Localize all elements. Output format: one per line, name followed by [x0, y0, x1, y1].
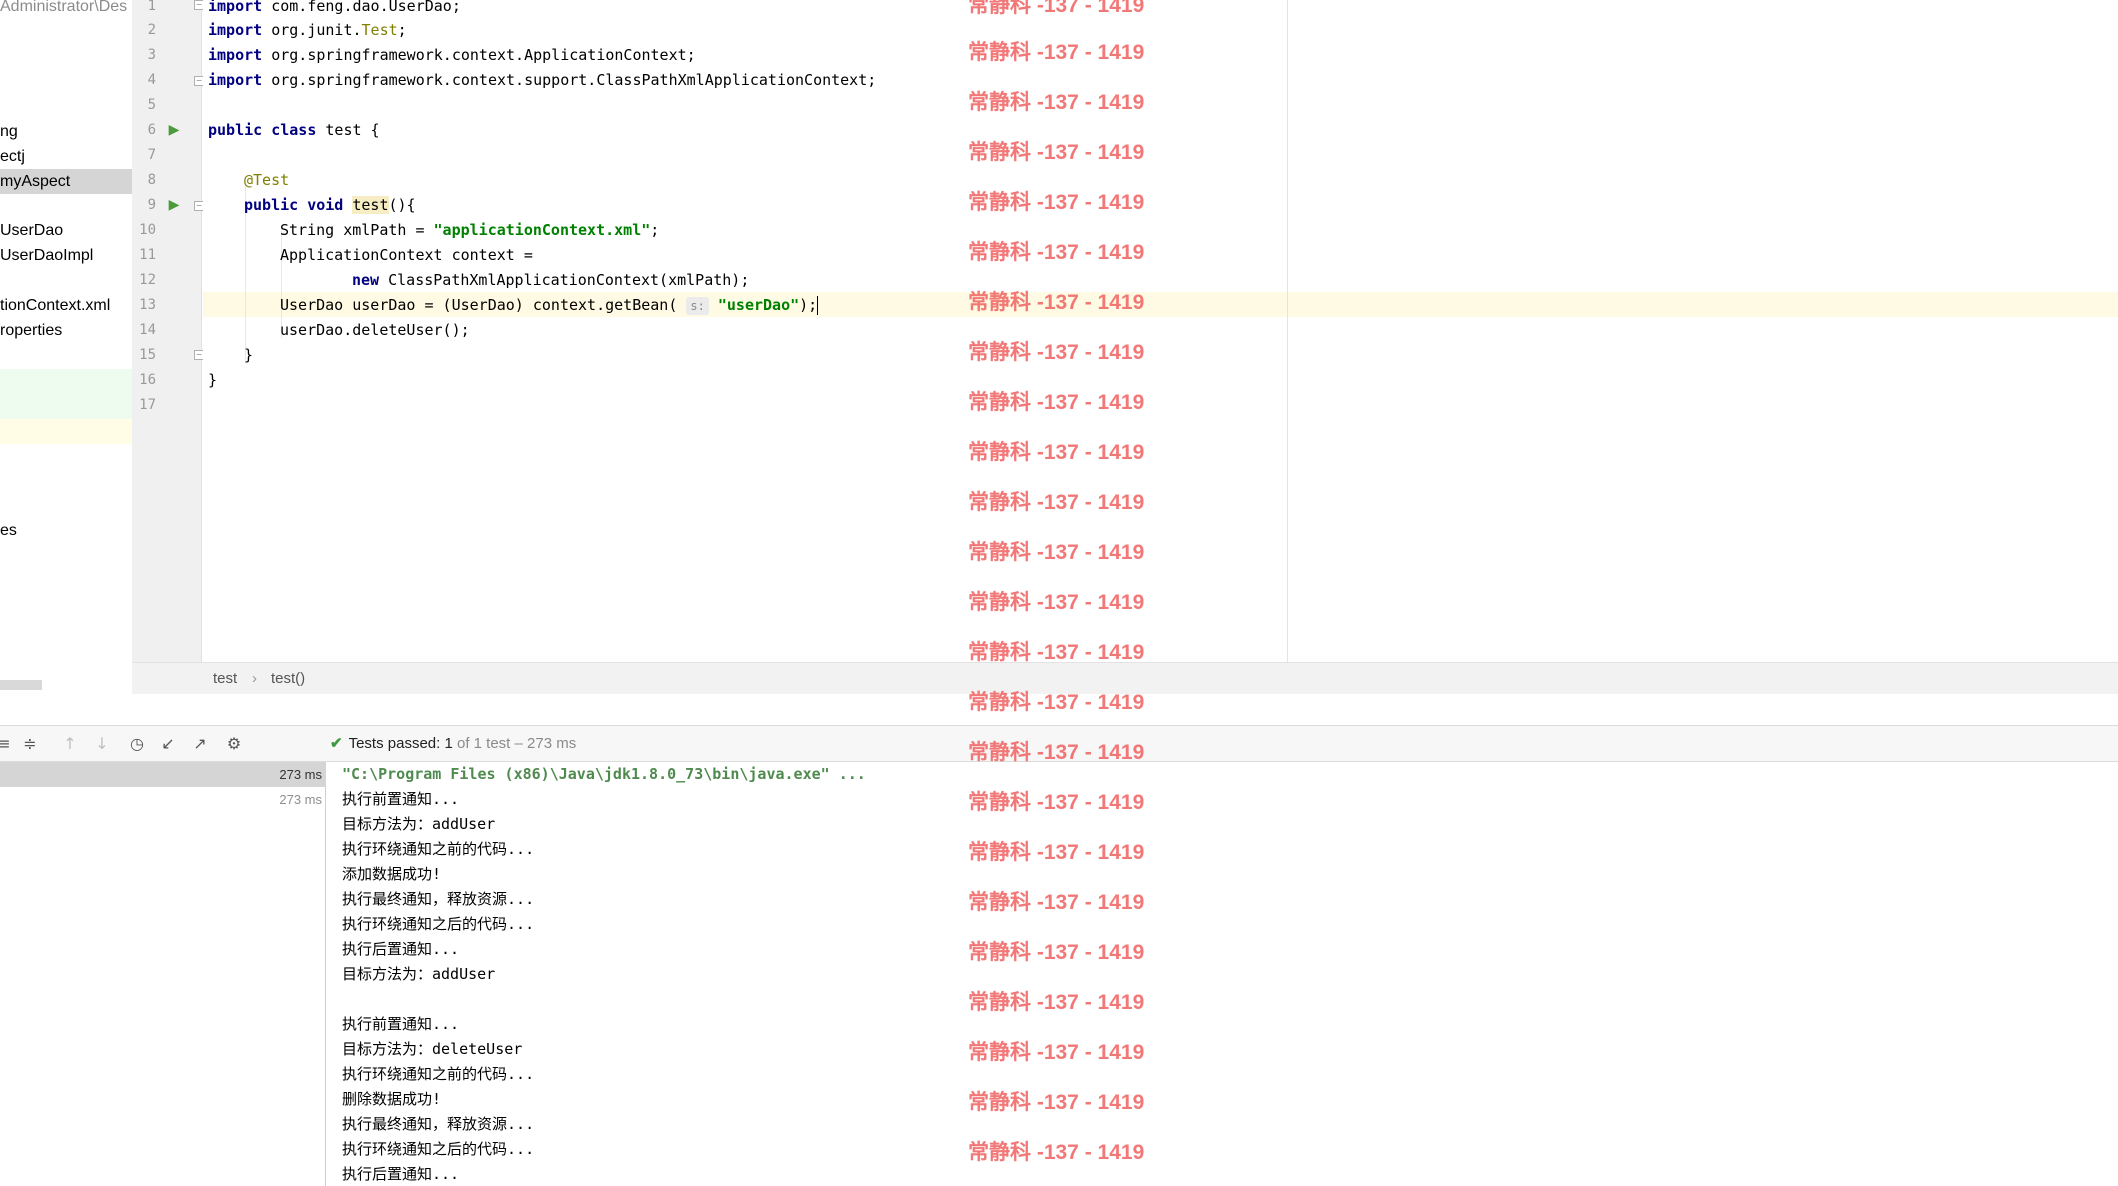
line-number: 2 — [147, 22, 156, 38]
next-test-icon[interactable]: ↓ — [92, 734, 112, 754]
tree-horizontal-scrollbar[interactable] — [0, 680, 42, 690]
test-row-method[interactable]: 273 ms — [0, 787, 326, 812]
run-toolbar: ≡ ≑ ↑ ↓ ◷ ↙ ↗ ⚙ ✔ Tests passed: 1 of 1 te… — [0, 726, 2118, 762]
run-test-icon[interactable]: ▶ — [166, 197, 182, 213]
breadcrumb-separator-icon: › — [252, 670, 257, 687]
tree-item-userdaoimpl[interactable]: UserDaoImpl — [0, 243, 132, 268]
breadcrumb-class[interactable]: test — [213, 663, 237, 695]
line-number: 5 — [147, 97, 156, 113]
code-line-3: import org.springframework.context.Appli… — [208, 46, 696, 64]
collapse-all-icon[interactable]: ≡ — [0, 734, 14, 754]
tree-item-application-context[interactable]: tionContext.xml — [0, 293, 132, 318]
line-number: 16 — [139, 372, 156, 388]
test-row-class[interactable]: 273 ms — [0, 762, 326, 787]
code-line-8: @Test — [244, 171, 290, 189]
tree-highlight — [0, 369, 132, 419]
check-icon: ✔ — [330, 735, 343, 752]
tree-item-libraries[interactable]: es — [0, 518, 132, 543]
code-line-10: String xmlPath = "applicationContext.xml… — [280, 221, 660, 239]
line-number: 4 — [147, 72, 156, 88]
console-line: 执行环绕通知之前的代码... — [342, 840, 535, 858]
console-line: 删除数据成功! — [342, 1090, 442, 1108]
tree-path-label: Administrator\Des — [0, 0, 128, 15]
tree-item-properties[interactable]: roperties — [0, 318, 132, 343]
line-number: 17 — [139, 397, 156, 413]
code-line-13: UserDao userDao = (UserDao) context.getB… — [280, 296, 819, 315]
console-line: 执行后置通知... — [342, 940, 460, 958]
code-line-6: public class test { — [208, 121, 380, 139]
previous-test-icon[interactable]: ↑ — [60, 734, 80, 754]
breadcrumb-method[interactable]: test() — [271, 663, 305, 695]
tree-item-aspectj[interactable]: ectj — [0, 144, 132, 169]
tree-item-userdao[interactable]: UserDao — [0, 218, 132, 243]
tree-highlight — [0, 419, 132, 444]
run-class-icon[interactable]: ▶ — [166, 122, 182, 138]
code-editor[interactable]: import com.feng.dao.UserDao; import org.… — [203, 0, 2118, 662]
console-line: 执行后置通知... — [342, 1165, 460, 1183]
tree-item-package[interactable]: ng — [0, 119, 132, 144]
console-line: 执行环绕通知之前的代码... — [342, 1065, 535, 1083]
tests-passed-label: Tests passed: — [348, 735, 441, 752]
line-number: 6 — [147, 122, 156, 138]
console-line: 执行最终通知，释放资源... — [342, 890, 535, 908]
export-tests-icon[interactable]: ↗ — [190, 734, 210, 754]
code-line-14: userDao.deleteUser(); — [280, 321, 470, 339]
console-line: 执行前置通知... — [342, 1015, 460, 1033]
parameter-hint: s: — [686, 297, 709, 315]
code-line-9: public void test(){ — [244, 196, 416, 214]
console-line: 目标方法为：addUser — [342, 965, 496, 983]
tests-passed-count: 1 — [444, 735, 453, 752]
code-line-4: import org.springframework.context.suppo… — [208, 71, 877, 89]
console-output[interactable]: "C:\Program Files (x86)\Java\jdk1.8.0_73… — [327, 762, 2118, 1186]
test-results-tree[interactable]: 273 ms 273 ms — [0, 762, 326, 1186]
expand-all-icon[interactable]: ≑ — [20, 734, 40, 754]
import-tests-icon[interactable]: ↙ — [158, 734, 178, 754]
console-line: 执行最终通知，释放资源... — [342, 1115, 535, 1133]
code-line-11: ApplicationContext context = — [280, 246, 533, 264]
line-number: 12 — [139, 272, 156, 288]
code-line-12: new ClassPathXmlApplicationContext(xmlPa… — [352, 271, 750, 289]
line-number: 9 — [147, 197, 156, 213]
console-line: 目标方法为：deleteUser — [342, 1040, 523, 1058]
panel-splitter[interactable] — [0, 694, 2118, 726]
line-number: 13 — [139, 297, 156, 313]
line-number: 7 — [147, 147, 156, 163]
line-number: 10 — [139, 222, 156, 238]
line-number: 11 — [139, 247, 156, 263]
text-caret — [817, 296, 819, 315]
console-line: 执行环绕通知之后的代码... — [342, 1140, 535, 1158]
line-number: 15 — [139, 347, 156, 363]
tests-status: ✔ Tests passed: 1 of 1 test – 273 ms — [330, 726, 576, 762]
line-number: 14 — [139, 322, 156, 338]
code-line-16: } — [208, 371, 218, 389]
tests-summary: of 1 test – 273 ms — [456, 735, 577, 752]
console-command: "C:\Program Files (x86)\Java\jdk1.8.0_73… — [342, 765, 866, 783]
console-line: 执行前置通知... — [342, 790, 460, 808]
line-number: 3 — [147, 47, 156, 63]
history-icon[interactable]: ◷ — [127, 734, 147, 754]
code-line-15: } — [244, 346, 254, 364]
tree-item-myaspect[interactable]: myAspect — [0, 169, 132, 194]
console-line: 目标方法为：addUser — [342, 815, 496, 833]
breadcrumb: test › test() — [132, 662, 2118, 694]
line-number: 8 — [147, 172, 156, 188]
settings-icon[interactable]: ⚙ — [224, 734, 244, 754]
console-line: 添加数据成功! — [342, 865, 442, 883]
line-number: 1 — [147, 0, 156, 14]
code-line-2: import org.junit.Test; — [208, 21, 407, 39]
editor-gutter[interactable]: 1 2 3 4 5 6 7 8 9 10 11 12 13 14 15 16 1… — [132, 0, 204, 662]
code-line-1: import com.feng.dao.UserDao; — [208, 0, 461, 15]
right-margin-guide — [1287, 0, 1288, 662]
project-tree[interactable]: Administrator\Des ng ectj myAspect UserD… — [0, 0, 132, 694]
console-line: 执行环绕通知之后的代码... — [342, 915, 535, 933]
